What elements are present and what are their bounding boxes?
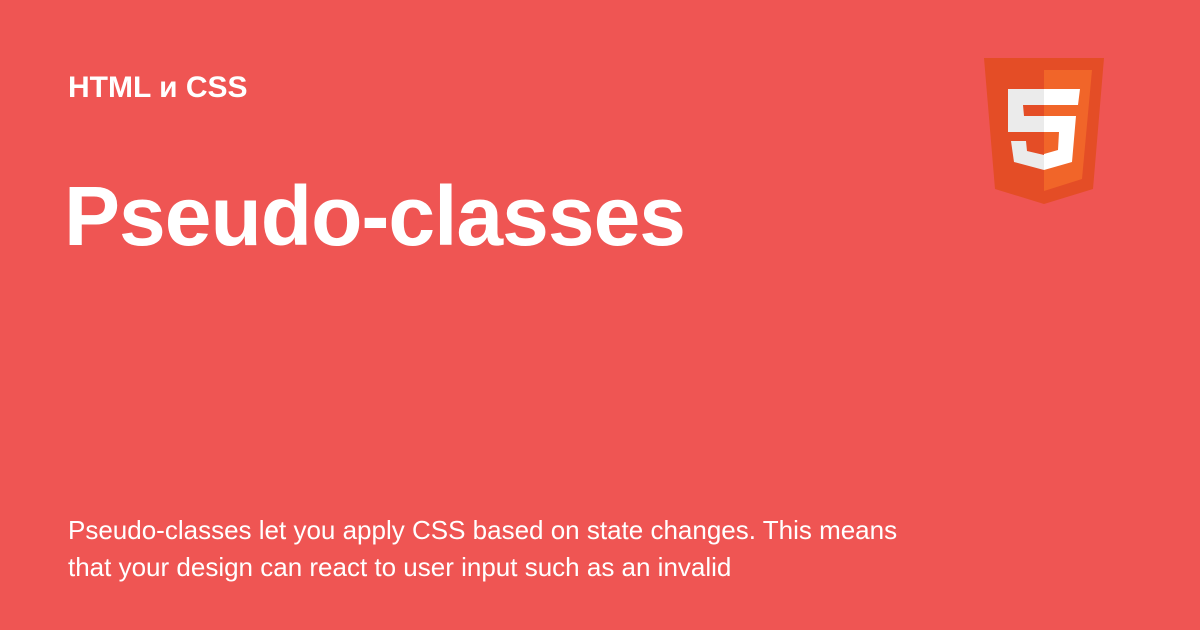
social-card: HTML и CSS Pseudo-classes Pseudo-classes… [0,0,1200,630]
page-title: Pseudo-classes [64,169,686,263]
page-description: Pseudo-classes let you apply CSS based o… [68,515,898,582]
html5-icon [984,58,1104,204]
html5-logo [980,58,1108,204]
category-label: HTML и CSS [68,71,248,104]
